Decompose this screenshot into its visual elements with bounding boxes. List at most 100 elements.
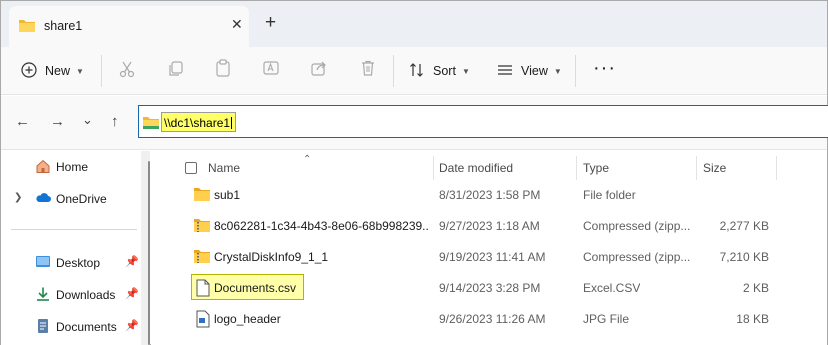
column-name[interactable]: Name — [208, 161, 240, 175]
file-row[interactable]: Documents.csv 9/14/2023 3:28 PM Excel.CS… — [151, 274, 827, 302]
sort-ascending-icon: ⌃ — [303, 154, 312, 165]
address-path-box[interactable]: \\dc1\share1 — [161, 112, 237, 132]
back-icon[interactable]: ← — [15, 114, 30, 129]
view-button[interactable]: View ▼ — [497, 57, 562, 85]
new-button[interactable]: New ▼ — [21, 57, 84, 85]
chevron-down-icon: ▼ — [76, 66, 84, 76]
new-tab-button[interactable]: + — [265, 13, 276, 32]
select-all-checkbox[interactable] — [185, 162, 197, 174]
home-icon — [35, 158, 51, 174]
recent-locations-icon[interactable]: ⌄ — [82, 112, 93, 127]
folder-icon — [18, 17, 36, 36]
file-name: 8c062281-1c34-4b43-8e06-68b998239... — [214, 219, 429, 233]
sidebar-item-onedrive[interactable]: ❯ OneDrive — [1, 186, 146, 210]
sidebar-item-downloads[interactable]: Downloads 📌 — [1, 282, 146, 306]
file-row[interactable]: CrystalDiskInfo9_1_1 9/19/2023 11:41 AM … — [151, 243, 827, 271]
divider — [101, 55, 102, 87]
chevron-right-icon[interactable]: ❯ — [14, 192, 22, 203]
download-icon — [35, 286, 51, 302]
file-type: File folder — [583, 188, 636, 202]
file-name: sub1 — [214, 188, 241, 202]
column-date-modified[interactable]: Date modified — [439, 161, 513, 175]
sidebar-scrollbar[interactable] — [148, 161, 150, 345]
sidebar-item-label: OneDrive — [56, 192, 107, 206]
file-name: Documents.csv — [214, 281, 297, 295]
folder-icon — [193, 186, 211, 203]
copy-icon[interactable] — [167, 60, 185, 81]
divider — [393, 55, 394, 87]
address-bar[interactable]: \\dc1\share1 — [138, 105, 828, 138]
documents-icon — [35, 318, 51, 334]
sort-icon — [409, 62, 425, 81]
column-type[interactable]: Type — [583, 161, 609, 175]
delete-icon[interactable] — [359, 59, 377, 80]
paste-icon[interactable] — [214, 59, 232, 80]
text-caret — [231, 117, 233, 129]
tab-bar: share1 ✕ + — [1, 1, 827, 47]
zip-folder-icon — [193, 248, 211, 265]
file-date: 9/27/2023 1:18 AM — [439, 219, 540, 233]
file-size: 2 KB — [742, 281, 769, 295]
pin-icon[interactable]: 📌 — [125, 287, 139, 300]
csv-file-icon — [195, 279, 213, 297]
file-type: Compressed (zipp... — [583, 219, 691, 233]
close-icon[interactable]: ✕ — [231, 17, 243, 31]
tab-title: share1 — [44, 19, 83, 33]
file-type: Excel.CSV — [583, 281, 641, 295]
column-divider[interactable] — [433, 156, 434, 180]
desktop-icon — [35, 254, 51, 270]
pin-icon[interactable]: 📌 — [125, 319, 139, 332]
file-explorer-window: share1 ✕ + New ▼ Sort ▼ View ▼ ··· ← → ⌄… — [0, 0, 828, 345]
sort-label: Sort — [433, 64, 456, 78]
forward-icon[interactable]: → — [50, 114, 65, 129]
up-icon[interactable]: ↑ — [111, 114, 119, 129]
file-size: 2,277 KB — [719, 219, 769, 233]
image-file-icon — [195, 310, 213, 328]
view-list-icon — [497, 62, 513, 81]
plus-circle-icon — [21, 61, 37, 81]
file-date: 9/19/2023 11:41 AM — [439, 250, 546, 264]
sidebar-item-label: Documents — [56, 320, 117, 334]
file-type: JPG File — [583, 312, 630, 326]
chevron-down-icon: ▼ — [553, 66, 562, 76]
cloud-icon — [35, 190, 51, 206]
file-date: 9/26/2023 11:26 AM — [439, 312, 546, 326]
sidebar-item-label: Desktop — [56, 256, 101, 270]
command-bar: New ▼ Sort ▼ View ▼ ··· — [1, 47, 827, 95]
more-options-icon[interactable]: ··· — [593, 58, 616, 78]
address-path: \\dc1\share1 — [164, 116, 231, 130]
file-name: logo_header — [214, 312, 281, 326]
zip-folder-icon — [193, 217, 211, 234]
file-date: 8/31/2023 1:58 PM — [439, 188, 541, 202]
sidebar-item-home[interactable]: Home — [1, 154, 146, 178]
file-row[interactable]: logo_header 9/26/2023 11:26 AM JPG File … — [151, 305, 827, 333]
file-row[interactable]: 8c062281-1c34-4b43-8e06-68b998239... 9/2… — [151, 212, 827, 240]
file-size: 7,210 KB — [719, 250, 769, 264]
file-type: Compressed (zipp... — [583, 250, 691, 264]
navigation-pane: Home ❯ OneDrive Desktop 📌 Downloads 📌 Do… — [1, 151, 150, 345]
column-divider[interactable] — [696, 156, 697, 180]
share-icon[interactable] — [310, 59, 328, 80]
rename-icon[interactable] — [262, 59, 280, 80]
column-divider[interactable] — [776, 156, 777, 180]
tab-share1[interactable]: share1 ✕ — [9, 6, 249, 47]
file-size: 18 KB — [736, 312, 769, 326]
cut-icon[interactable] — [118, 60, 136, 81]
chevron-down-icon: ▼ — [461, 66, 470, 76]
divider — [575, 55, 576, 87]
sidebar-item-documents[interactable]: Documents 📌 — [1, 314, 146, 338]
column-divider[interactable] — [576, 156, 577, 180]
sidebar-item-label: Home — [56, 160, 89, 174]
file-row[interactable]: sub1 8/31/2023 1:58 PM File folder — [151, 181, 827, 209]
file-date: 9/14/2023 3:28 PM — [439, 281, 541, 295]
column-header-row: ⌃ Name Date modified Type Size — [151, 154, 827, 180]
sidebar-item-desktop[interactable]: Desktop 📌 — [1, 250, 146, 274]
view-label: View — [521, 64, 548, 78]
column-size[interactable]: Size — [703, 161, 726, 175]
network-folder-icon — [143, 115, 159, 132]
pin-icon[interactable]: 📌 — [125, 255, 139, 268]
sidebar-divider — [11, 229, 137, 230]
file-name: CrystalDiskInfo9_1_1 — [214, 250, 329, 264]
new-label: New — [45, 64, 71, 78]
sort-button[interactable]: Sort ▼ — [409, 57, 470, 85]
